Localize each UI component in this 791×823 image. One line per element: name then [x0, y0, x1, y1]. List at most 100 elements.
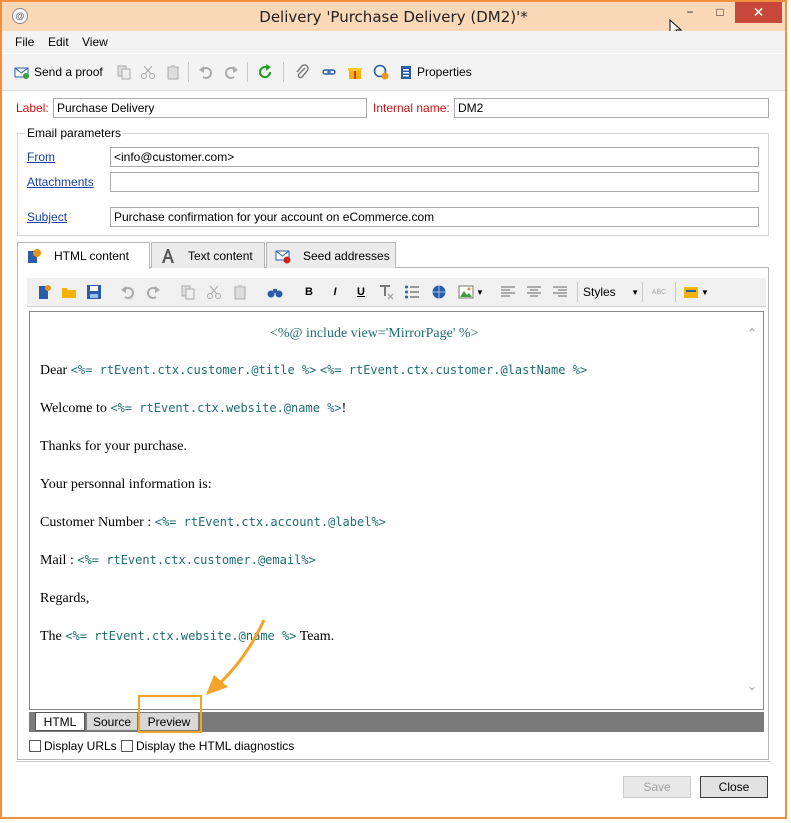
styles-dropdown[interactable]: Styles ▼	[583, 284, 639, 300]
copy-button[interactable]	[116, 63, 132, 81]
tab-source-mode[interactable]: Source	[86, 712, 138, 731]
cut-icon	[207, 285, 221, 299]
tab-html-mode[interactable]: HTML	[35, 712, 85, 731]
menu-edit[interactable]: Edit	[48, 35, 69, 49]
mail-text: Mail :	[40, 553, 74, 568]
html-diagnostics-box[interactable]	[121, 740, 133, 752]
toolbar-separator	[675, 282, 676, 302]
editor-toolbar: B I U ▼ Styles ▼ ABC ▼	[27, 278, 766, 307]
send-proof-button[interactable]: Send a proof	[14, 63, 103, 81]
link-button[interactable]	[321, 63, 337, 81]
tab-text-content[interactable]: Text content	[151, 242, 265, 268]
html-diagnostics-checkbox[interactable]: Display the HTML diagnostics	[121, 739, 294, 753]
tab-seed-addresses[interactable]: Seed addresses	[266, 242, 396, 268]
toolbar-separator	[247, 62, 248, 82]
scroll-down-icon[interactable]: ⌄	[747, 679, 757, 693]
attach-button[interactable]	[294, 63, 310, 81]
the-text: The	[40, 629, 62, 644]
display-urls-label: Display URLs	[44, 739, 117, 753]
editor-cut-button[interactable]	[206, 284, 222, 300]
personalization-button[interactable]: ▼	[682, 284, 710, 300]
from-field[interactable]: <info@customer.com>	[110, 147, 759, 167]
cut-button[interactable]	[140, 63, 156, 81]
close-window-button[interactable]: ✕	[735, 2, 782, 23]
thanks-line: Thanks for your purchase.	[40, 439, 187, 454]
approval-button[interactable]	[373, 63, 389, 81]
title-bar[interactable]: @ Delivery 'Purchase Delivery (DM2)'* − …	[2, 2, 785, 31]
email-parameters-title: Email parameters	[25, 126, 124, 140]
menu-file[interactable]: File	[15, 35, 34, 49]
bullet-list-icon	[405, 285, 419, 299]
find-button[interactable]	[267, 284, 283, 300]
underline-button[interactable]: U	[353, 284, 369, 300]
open-button[interactable]	[61, 284, 77, 300]
html-content-icon	[28, 249, 41, 263]
toolbar-separator	[188, 62, 189, 82]
dear-line: Dear <%= rtEvent.ctx.customer.@title %> …	[40, 363, 587, 379]
personalization-icon	[684, 287, 699, 298]
send-proof-label: Send a proof	[34, 65, 103, 79]
tab-text-content-label: Text content	[188, 248, 253, 263]
align-right-button[interactable]	[552, 284, 568, 300]
editor-paste-button[interactable]	[232, 284, 248, 300]
new-document-icon	[39, 285, 51, 299]
binoculars-icon	[267, 289, 283, 298]
paste-icon	[167, 65, 179, 80]
new-document-button[interactable]	[36, 284, 52, 300]
internal-name-input[interactable]: DM2	[454, 98, 769, 118]
italic-button[interactable]: I	[327, 284, 343, 300]
editor-copy-button[interactable]	[180, 284, 196, 300]
dear-text: Dear	[40, 363, 68, 378]
clear-format-button[interactable]	[378, 284, 394, 300]
welcome-line: Welcome to <%= rtEvent.ctx.website.@name…	[40, 401, 346, 417]
chevron-down-icon: ▼	[476, 287, 484, 297]
align-center-button[interactable]	[526, 284, 542, 300]
tab-html-content[interactable]: HTML content	[17, 242, 150, 269]
scroll-up-icon[interactable]: ⌃	[747, 326, 757, 340]
insert-image-button[interactable]: ▼	[456, 284, 486, 300]
spellcheck-button[interactable]: ABC	[649, 284, 669, 300]
menu-view[interactable]: View	[82, 35, 108, 49]
bullet-list-button[interactable]	[404, 284, 420, 300]
redo-button[interactable]	[223, 63, 239, 81]
paste-button[interactable]	[165, 63, 181, 81]
insert-link-button[interactable]	[431, 284, 447, 300]
globe-icon	[432, 285, 446, 299]
styles-label: Styles	[583, 285, 616, 299]
subject-link[interactable]: Subject	[27, 210, 67, 224]
maximize-button[interactable]: □	[705, 2, 735, 23]
refresh-button[interactable]	[257, 63, 273, 81]
display-urls-checkbox[interactable]: Display URLs	[29, 739, 117, 753]
attachments-link[interactable]: Attachments	[27, 175, 94, 189]
save-button[interactable]: Save	[623, 776, 691, 798]
html-diagnostics-label: Display the HTML diagnostics	[136, 739, 295, 753]
align-left-icon	[501, 286, 515, 297]
display-urls-box[interactable]	[29, 740, 41, 752]
undo-button[interactable]	[198, 63, 214, 81]
editor-undo-button[interactable]	[120, 284, 136, 300]
align-right-icon	[553, 286, 567, 297]
customer-number-text: Customer Number :	[40, 515, 152, 530]
editor-redo-button[interactable]	[145, 284, 161, 300]
chevron-down-icon: ▼	[631, 287, 639, 297]
attachments-field[interactable]	[110, 172, 759, 192]
gift-button[interactable]	[347, 63, 363, 81]
bold-button[interactable]: B	[301, 284, 317, 300]
undo-icon	[199, 66, 212, 79]
title-tag: <%= rtEvent.ctx.customer.@title %>	[70, 363, 317, 377]
html-editor[interactable]: <%@ include view='MirrorPage' %> Dear <%…	[29, 311, 764, 710]
seed-addresses-icon	[275, 250, 291, 263]
properties-button[interactable]: Properties	[398, 63, 472, 81]
undo-icon	[121, 286, 134, 299]
from-link[interactable]: From	[27, 150, 55, 164]
email-tag: <%= rtEvent.ctx.customer.@email%>	[77, 553, 316, 567]
main-toolbar: Send a proof Properties	[2, 54, 785, 91]
close-button[interactable]: Close	[700, 776, 768, 798]
align-left-button[interactable]	[500, 284, 516, 300]
link-icon	[322, 69, 336, 75]
save-file-button[interactable]	[86, 284, 102, 300]
internal-name-caption: Internal name:	[373, 101, 450, 115]
label-input[interactable]: Purchase Delivery	[53, 98, 367, 118]
subject-field[interactable]: Purchase confirmation for your account o…	[110, 207, 759, 227]
welcome-end: !	[341, 401, 347, 416]
